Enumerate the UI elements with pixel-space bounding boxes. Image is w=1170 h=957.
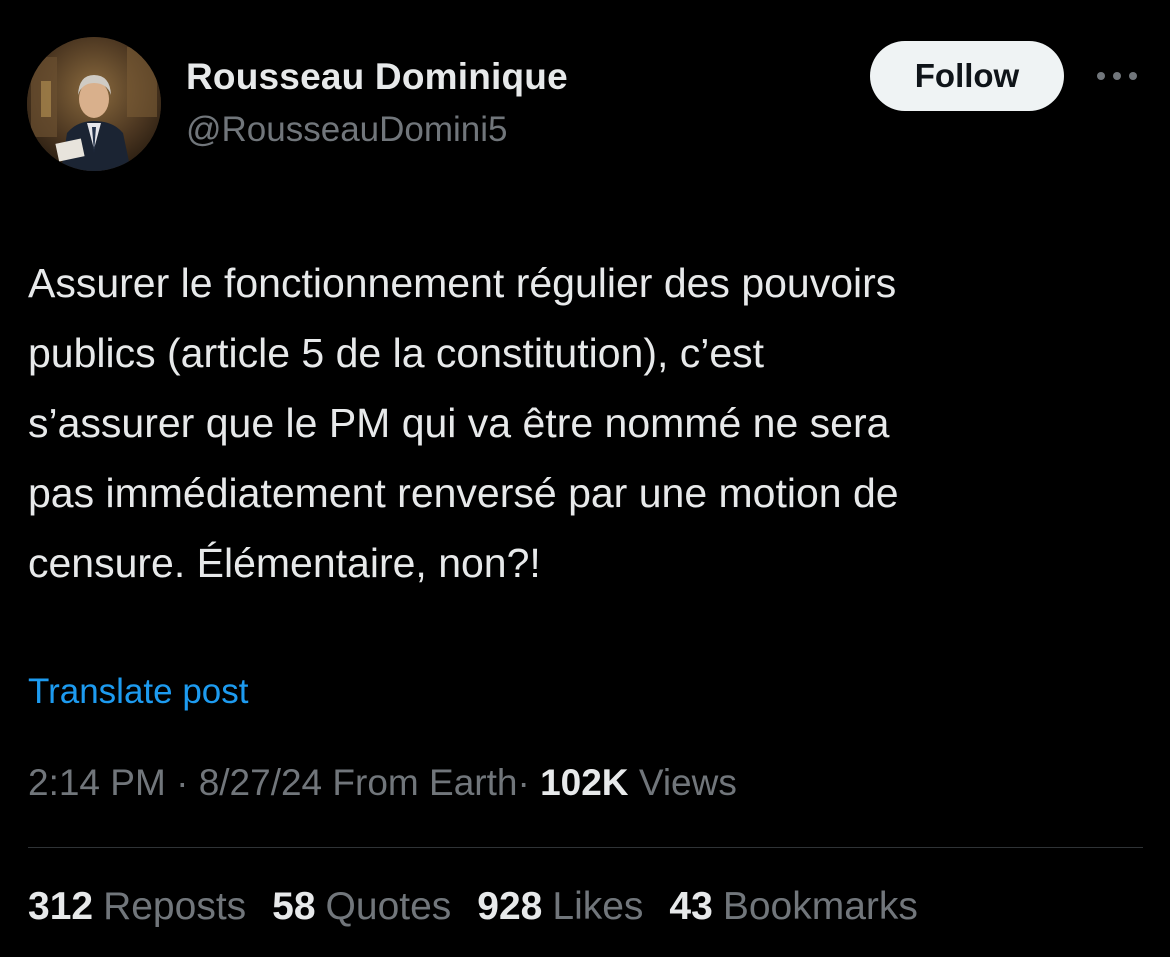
- views-count: 102K: [540, 762, 629, 803]
- likes-count: 928: [477, 885, 543, 928]
- avatar[interactable]: [27, 37, 161, 171]
- post-text-line: Assurer le fonctionnement régulier des p…: [28, 260, 897, 306]
- post-source: From Earth: [332, 762, 518, 803]
- views-label: Views: [638, 762, 737, 803]
- more-horizontal-icon: [1097, 72, 1137, 80]
- likes-label: Likes: [552, 885, 644, 928]
- post-text: Assurer le fonctionnement régulier des p…: [28, 248, 1143, 598]
- author-handle[interactable]: @RousseauDomini5: [186, 110, 508, 150]
- quotes-stat[interactable]: 58 Quotes: [272, 885, 451, 929]
- bookmarks-label: Bookmarks: [722, 885, 918, 928]
- translate-post-link[interactable]: Translate post: [28, 672, 248, 712]
- post-metadata: 2:14 PM · 8/27/24 From Earth· 102K Views: [28, 762, 737, 804]
- engagement-stats: 312 Reposts 58 Quotes 928 Likes 43 Bookmarks: [28, 885, 918, 929]
- post-date[interactable]: 8/27/24: [199, 762, 322, 803]
- author-display-name[interactable]: Rousseau Dominique: [186, 56, 568, 98]
- divider: [28, 847, 1143, 848]
- follow-button[interactable]: Follow: [870, 41, 1064, 111]
- bookmarks-stat[interactable]: 43 Bookmarks: [669, 885, 917, 929]
- post-text-line: pas immédiatement renversé par une motio…: [28, 470, 899, 516]
- meta-separator: ·: [176, 762, 189, 803]
- post-text-line: censure. Élémentaire, non?!: [28, 540, 541, 586]
- quotes-label: Quotes: [325, 885, 452, 928]
- post-text-line: publics (article 5 de la constitution), …: [28, 330, 765, 376]
- reposts-count: 312: [28, 885, 94, 928]
- post-time[interactable]: 2:14 PM: [28, 762, 166, 803]
- avatar-photo: [27, 37, 161, 171]
- more-options-button[interactable]: [1092, 58, 1142, 94]
- post-text-line: s’assurer que le PM qui va être nommé ne…: [28, 400, 890, 446]
- quotes-count: 58: [272, 885, 316, 928]
- meta-separator: ·: [517, 762, 530, 803]
- reposts-label: Reposts: [103, 885, 247, 928]
- reposts-stat[interactable]: 312 Reposts: [28, 885, 246, 929]
- bookmarks-count: 43: [669, 885, 713, 928]
- likes-stat[interactable]: 928 Likes: [477, 885, 643, 929]
